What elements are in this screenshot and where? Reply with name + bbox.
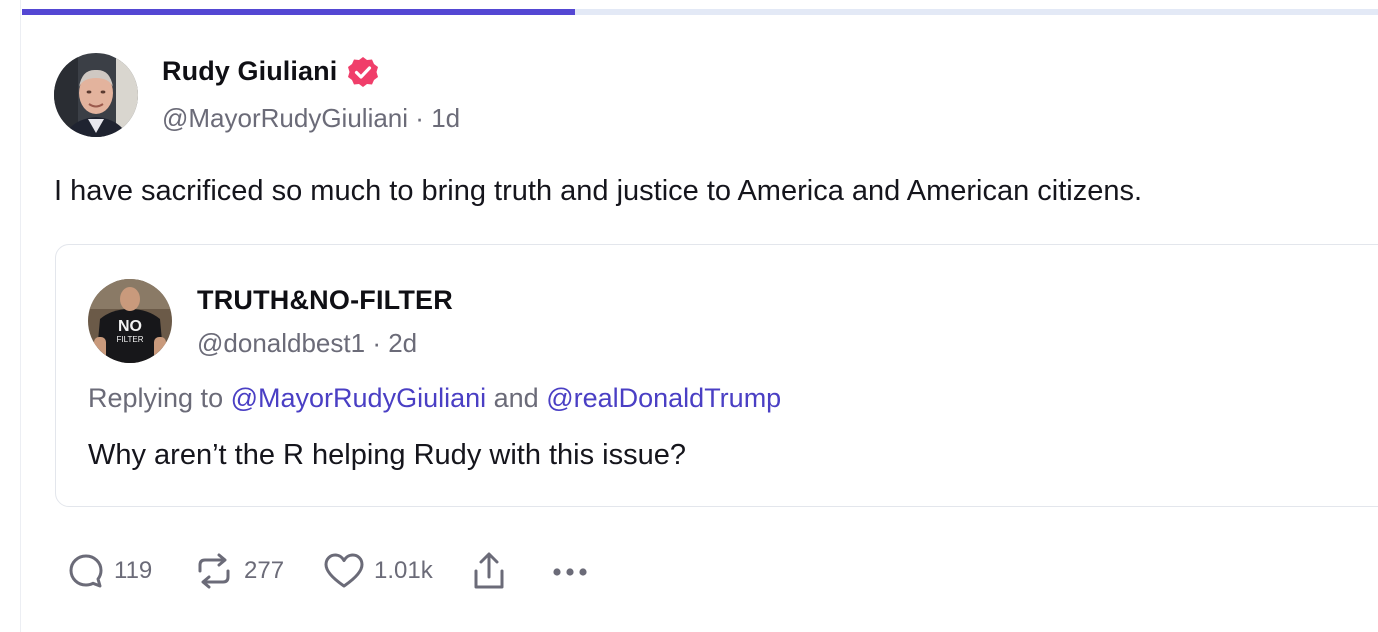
retruth-button[interactable]: 277: [192, 551, 284, 591]
heart-icon: [324, 553, 364, 588]
author-avatar[interactable]: [54, 53, 138, 137]
like-button[interactable]: 1.01k: [322, 551, 433, 591]
quoted-author-handle-meta: @donaldbest1 · 2d: [197, 328, 417, 359]
reply-count: 119: [114, 557, 153, 584]
more-icon: [553, 568, 587, 576]
author-name[interactable]: Rudy Giuliani: [162, 56, 337, 87]
quoted-author-avatar[interactable]: NO FILTER: [88, 279, 172, 363]
feed-left-border: [20, 0, 21, 632]
replying-to-line: Replying to @MayorRudyGiuliani and @real…: [88, 383, 781, 414]
mention-link[interactable]: @MayorRudyGiuliani: [231, 383, 487, 413]
post-timestamp[interactable]: 1d: [431, 103, 460, 133]
reply-button[interactable]: 119: [66, 551, 152, 591]
avatar-shirt-text-top: NO: [118, 318, 142, 335]
share-button[interactable]: [468, 551, 510, 593]
replying-to-label: Replying to: [88, 383, 224, 413]
quoted-post-text: Why aren’t the R helping Rudy with this …: [88, 439, 687, 471]
quoted-post-timestamp[interactable]: 2d: [388, 328, 417, 358]
reply-icon: [69, 554, 103, 588]
retruth-count: 277: [244, 557, 285, 584]
avatar-photo: [54, 53, 138, 137]
avatar-shirt-text-bottom: FILTER: [117, 335, 144, 344]
loading-progress-fill: [22, 9, 576, 15]
author-handle-meta: @MayorRudyGiuliani · 1d: [162, 103, 460, 134]
post-text: I have sacrificed so much to bring truth…: [54, 175, 1143, 207]
retruth-icon: [198, 553, 230, 589]
meta-separator: ·: [372, 328, 381, 358]
author-handle[interactable]: @MayorRudyGiuliani: [162, 103, 408, 133]
replying-to-joiner: and: [493, 383, 539, 413]
meta-separator: ·: [415, 103, 424, 133]
more-options-button[interactable]: [548, 551, 592, 591]
loading-progress-bar: [22, 9, 1378, 15]
share-icon: [474, 552, 504, 589]
mention-link[interactable]: @realDonaldTrump: [546, 383, 781, 413]
quoted-author-name[interactable]: TRUTH&NO-FILTER: [197, 285, 453, 316]
avatar-photo: NO FILTER: [88, 279, 172, 363]
verified-badge-icon: [348, 57, 378, 87]
quoted-author-handle[interactable]: @donaldbest1: [197, 328, 365, 358]
like-count: 1.01k: [374, 557, 433, 584]
